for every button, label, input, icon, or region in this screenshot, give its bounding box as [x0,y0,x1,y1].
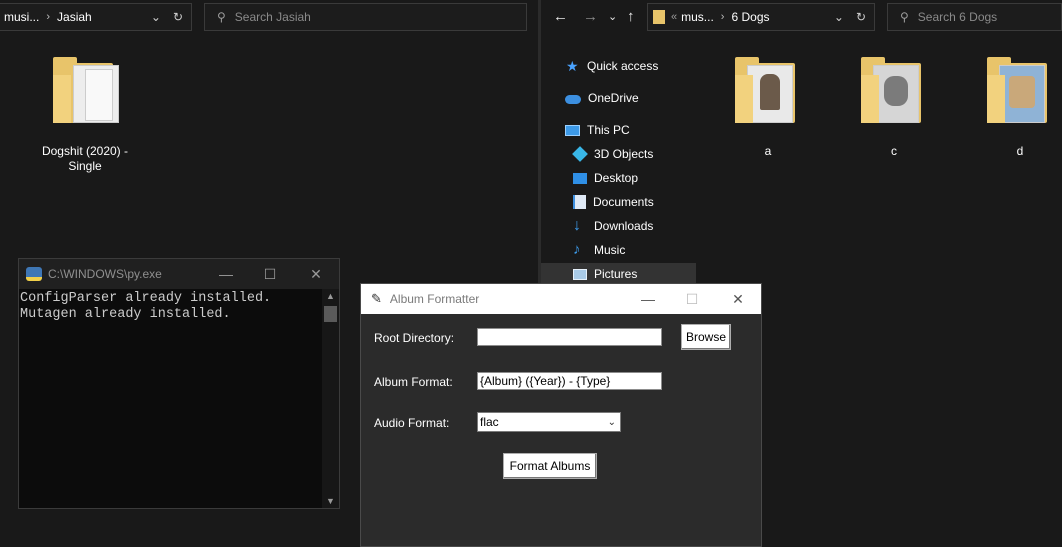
console-line: Mutagen already installed. [20,307,231,322]
search-placeholder: Search Jasiah [234,10,311,24]
right-address-bar[interactable]: « mus... › 6 Dogs ⌄ ↻ [647,3,875,31]
nav-item-onedrive[interactable]: OneDrive [565,91,639,105]
refresh-icon[interactable]: ↻ [856,10,866,24]
album-format-input[interactable]: {Album} ({Year}) - {Type} [477,372,662,390]
scroll-up-icon[interactable]: ▲ [326,291,335,301]
search-icon: ⚲ [217,10,226,24]
recent-locations-icon[interactable]: ⌄ [608,10,617,23]
nav-label: Quick access [587,59,659,73]
refresh-icon[interactable]: ↻ [173,10,183,24]
folder-icon[interactable] [987,57,1047,123]
overflow-icon[interactable]: « [671,11,677,23]
music-note-icon: ♪ [573,241,581,258]
download-arrow-icon: ↓ [573,217,581,234]
chevron-down-icon[interactable]: ⌄ [834,10,844,24]
scrollbar-thumb[interactable] [324,306,337,322]
browse-button[interactable]: Browse [681,324,731,350]
nav-item-3d-objects[interactable]: 3D Objects [572,146,654,162]
feather-icon: ✎ [371,291,382,306]
desktop-icon [573,172,587,184]
app-title: Album Formatter [389,292,480,306]
nav-label: Pictures [594,267,638,281]
nav-item-quick-access[interactable]: ★ Quick access [566,59,658,73]
nav-item-music[interactable]: ♪ Music [573,241,626,258]
breadcrumb-item[interactable]: mus... [681,10,714,24]
back-arrow-icon[interactable]: ← [553,8,568,25]
nav-label: Music [594,243,626,257]
nav-label: Desktop [594,171,639,185]
album-format-label: Album Format: [374,375,453,389]
folder-label[interactable]: a [735,144,801,159]
breadcrumb-item[interactable]: musi... [4,10,39,24]
search-icon: ⚲ [900,10,909,24]
maximize-icon[interactable]: ☐ [247,259,293,289]
breadcrumb-item[interactable]: Jasiah [57,10,92,24]
nav-item-desktop[interactable]: Desktop [573,171,638,185]
chevron-down-icon[interactable]: ⌄ [151,10,161,24]
cube-icon [572,146,588,162]
nav-label: 3D Objects [594,147,654,161]
album-formatter-window: ✎ Album Formatter — ☐ ✕ Root Directory: … [360,283,762,547]
folder-label[interactable]: d [987,144,1053,159]
chevron-right-icon: › [46,11,51,23]
format-albums-button[interactable]: Format Albums [503,453,597,479]
up-arrow-icon[interactable]: ↑ [627,8,635,25]
breadcrumb-item[interactable]: 6 Dogs [731,10,769,24]
console-title: C:\WINDOWS\py.exe [48,267,162,281]
close-icon[interactable]: ✕ [715,284,761,314]
forward-arrow-icon[interactable]: → [583,8,598,25]
console-scrollbar[interactable]: ▲ ▼ [322,289,339,508]
close-icon[interactable]: ✕ [293,259,339,289]
scroll-down-icon[interactable]: ▼ [326,496,335,506]
folder-icon[interactable] [861,57,921,123]
nav-item-documents[interactable]: Documents [573,195,654,209]
nav-item-this-pc[interactable]: This PC [565,123,630,137]
root-directory-label: Root Directory: [374,331,455,345]
audio-format-label: Audio Format: [374,416,450,430]
nav-label: OneDrive [588,91,639,105]
nav-label: Documents [593,195,654,209]
python-icon [26,267,42,281]
nav-label: Downloads [594,219,654,233]
chevron-down-icon[interactable]: ⌄ [608,417,616,428]
nav-label: This PC [587,123,630,137]
console-line: ConfigParser already installed. [20,291,272,306]
folder-icon [653,10,665,24]
maximize-icon[interactable]: ☐ [669,284,715,314]
computer-icon [565,124,580,136]
audio-format-select[interactable]: flac ⌄ [477,412,621,432]
search-placeholder: Search 6 Dogs [917,10,998,24]
folder-label[interactable]: Dogshit (2020) - Single [30,144,140,174]
cloud-icon [565,95,581,104]
left-search-box[interactable]: ⚲ Search Jasiah [204,3,527,31]
folder-icon[interactable] [53,57,119,123]
nav-item-pictures[interactable]: Pictures [573,267,637,281]
star-icon: ★ [566,58,579,74]
folder-icon[interactable] [735,57,795,123]
minimize-icon[interactable]: — [203,259,249,289]
console-window: C:\WINDOWS\py.exe — ☐ ✕ ConfigParser alr… [18,258,340,509]
folder-label[interactable]: c [861,144,927,159]
right-search-box[interactable]: ⚲ Search 6 Dogs [887,3,1062,31]
document-icon [573,195,586,209]
console-output: ConfigParser already installed. Mutagen … [19,289,323,510]
minimize-icon[interactable]: — [625,284,671,314]
nav-item-downloads[interactable]: ↓ Downloads [573,217,654,234]
left-address-bar[interactable]: musi... › Jasiah ⌄ ↻ [0,3,192,31]
audio-format-value: flac [480,415,499,429]
root-directory-input[interactable] [477,328,662,346]
chevron-right-icon: › [720,11,725,23]
picture-icon [573,268,587,280]
